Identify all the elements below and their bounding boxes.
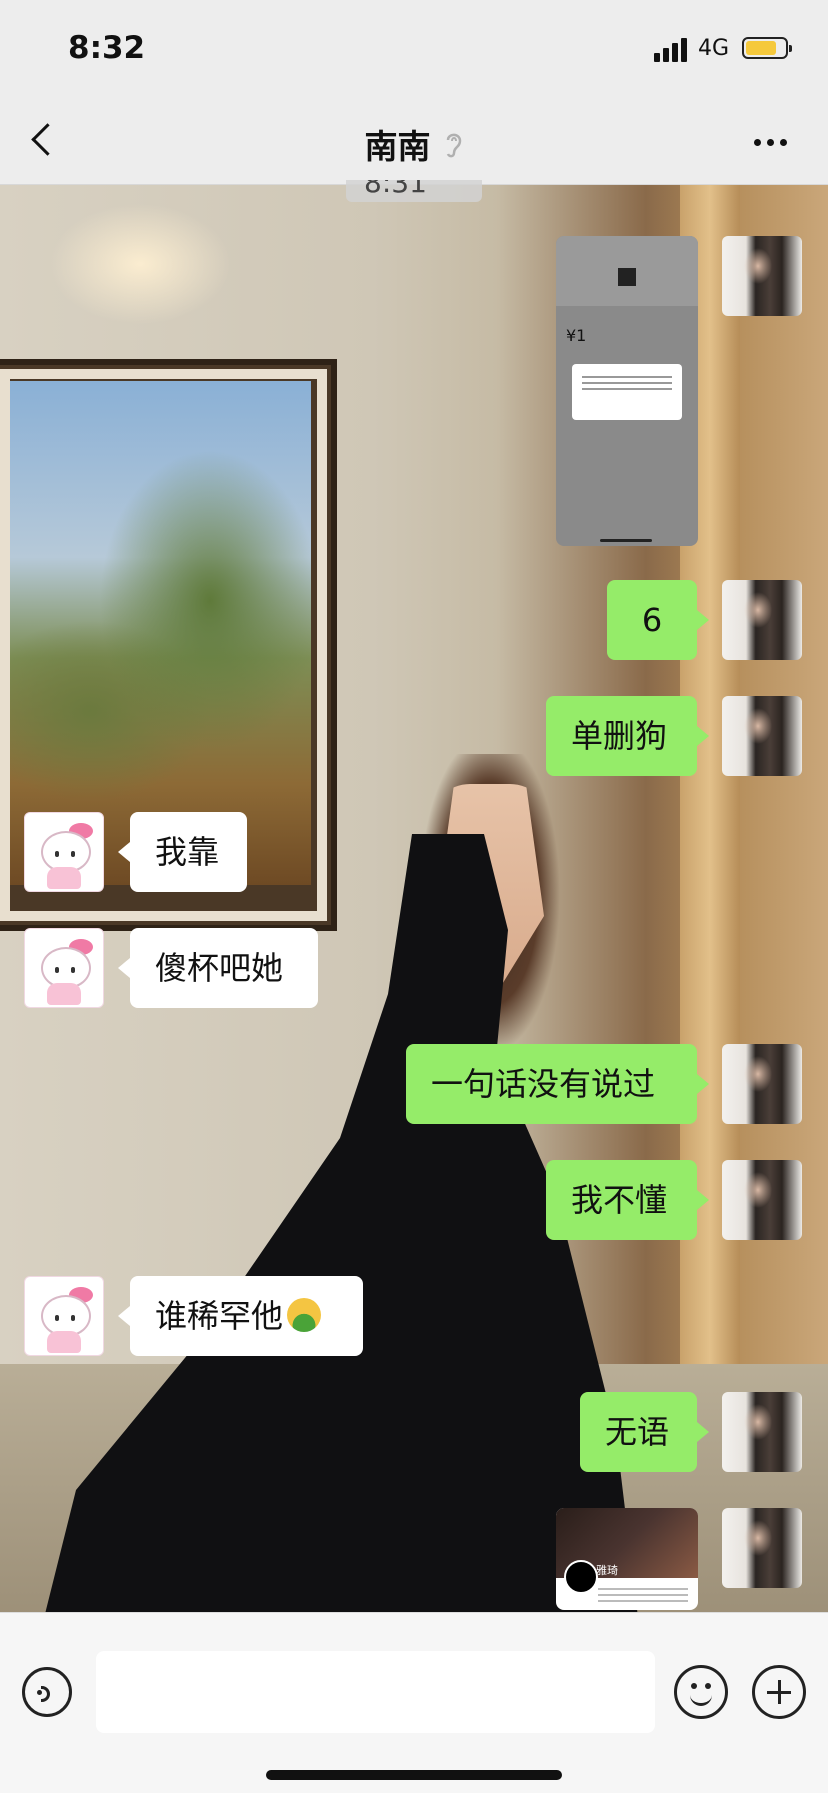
my-avatar[interactable]: [722, 696, 802, 776]
message-bubble-out[interactable]: 单删狗: [546, 696, 709, 776]
contact-avatar[interactable]: [24, 928, 104, 1008]
home-indicator: [266, 1770, 562, 1780]
status-time: 8:32: [68, 30, 146, 66]
timestamp-text: 8:31: [364, 180, 427, 199]
message-bubble-in[interactable]: 我靠: [118, 812, 247, 892]
message-bubble-out[interactable]: 6: [607, 580, 709, 660]
battery-icon: [742, 37, 792, 59]
message-bubble-out[interactable]: 无语: [580, 1392, 709, 1472]
my-avatar[interactable]: [722, 580, 802, 660]
chat-background: [0, 184, 828, 1612]
my-avatar[interactable]: [722, 1044, 802, 1124]
more-button[interactable]: [746, 120, 796, 164]
message-bubble-out[interactable]: 我不懂: [546, 1160, 709, 1240]
ear-icon: [446, 133, 461, 158]
my-avatar[interactable]: [722, 236, 802, 316]
my-avatar[interactable]: [722, 1392, 802, 1472]
message-input[interactable]: [96, 1651, 655, 1733]
message-text: 谁稀罕他: [155, 1297, 284, 1335]
contact-avatar[interactable]: [24, 1276, 104, 1356]
vomiting-face-emoji-icon: [287, 1298, 322, 1332]
signal-icon: [654, 38, 690, 62]
emoji-button[interactable]: [674, 1665, 728, 1719]
screenshot-amount: ¥1: [566, 326, 587, 345]
voice-input-button[interactable]: [22, 1667, 72, 1717]
my-avatar[interactable]: [722, 1160, 802, 1240]
more-functions-button[interactable]: [752, 1665, 806, 1719]
message-bubble-in[interactable]: 傻杯吧她: [118, 928, 318, 1008]
message-bubble-out[interactable]: 一句话没有说过: [406, 1044, 709, 1124]
network-type: 4G: [698, 36, 730, 61]
image-message-payment-screenshot[interactable]: ¥1: [556, 236, 698, 546]
input-bar: [0, 1612, 828, 1793]
screenshot-name: 雅琦: [596, 1564, 618, 1577]
status-bar: 8:32 4G: [0, 0, 828, 100]
image-message-profile-screenshot[interactable]: 雅琦: [556, 1508, 698, 1610]
nav-bar: 南南: [0, 100, 828, 185]
chat-title: 南南: [364, 127, 431, 166]
message-timestamp: 8:31: [346, 180, 482, 202]
message-bubble-in[interactable]: 谁稀罕他: [118, 1276, 363, 1356]
chat-title-area: 南南: [0, 120, 828, 168]
my-avatar[interactable]: [722, 1508, 802, 1588]
contact-avatar[interactable]: [24, 812, 104, 892]
